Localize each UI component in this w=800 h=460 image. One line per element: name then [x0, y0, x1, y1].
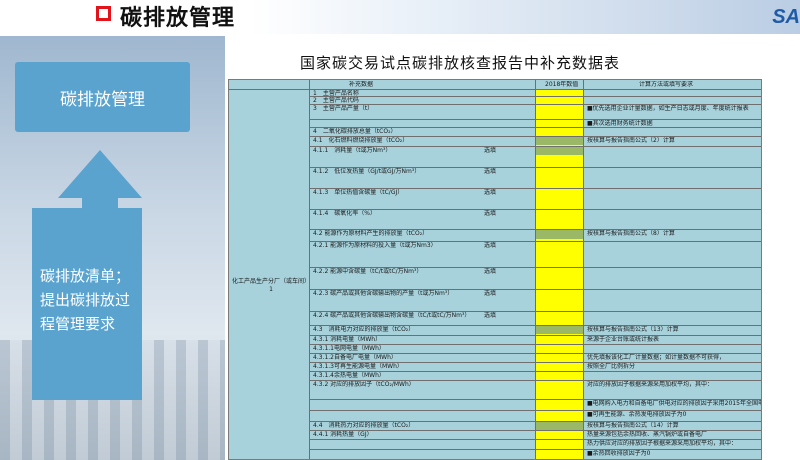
company-logo: SA [772, 6, 800, 28]
table-row-method: 优先填报该化工厂计量数据；如计量数据不可获得， [587, 354, 726, 361]
slide-title: 碳排放管理 [120, 6, 236, 31]
column-header-value: 2018年数值 [545, 81, 579, 88]
table-row-method: 按核算与报告指南公式（2）计算 [587, 137, 675, 144]
fill-option-label: 选填 [484, 168, 497, 175]
table-row-label: 4.3.1.2自备电厂电量（MWh） [313, 354, 397, 361]
carbon-management-box: 碳排放管理 [15, 62, 190, 132]
up-arrow-icon [58, 150, 142, 198]
table-row-label: 4.3.1.1电网电量（MWh） [313, 345, 385, 352]
fill-option-label: 选填 [484, 147, 497, 154]
column-header-method: 计算方法或填写要求 [639, 81, 694, 88]
supplement-data-table: 补充数据 2018年数值 计算方法或填写要求 化工产品生产分厂（或车间）1 1 … [228, 79, 762, 460]
grid-vline [583, 80, 584, 459]
emission-list-box: 碳排放清单；提出碳排放过程管理要求 [32, 208, 142, 400]
fill-option-label: 选填 [484, 242, 497, 249]
fill-option-label: 选填 [484, 268, 497, 275]
table-row-method: 热力供应对应的排放因子根据来源采用加权平均，其中： [587, 440, 738, 447]
table-row-method: ■余热回收排放因子为0 [587, 450, 651, 457]
table-row-label: 4.4.1 消耗热量（GJ） [313, 431, 373, 438]
table-row-method: 对应的排放因子根据来源采用加权平均，其中： [587, 381, 714, 388]
fill-option-label: 选填 [484, 210, 497, 217]
table-row-label: 3 主营产品产量（t） [313, 105, 374, 112]
fill-option-label: 选填 [484, 290, 497, 297]
table-row-method: 按核算与报告指南公式（13）计算 [587, 326, 679, 333]
table-row-label: 4.3.1.4余热电量（MWh） [313, 372, 385, 379]
table-row-method: 按核算与报告指南公式（8）计算 [587, 230, 675, 237]
value-cell-green-4-3 [535, 325, 583, 334]
table-row-label: 4.2 能源作为原材料产生的排放量（tCO₂） [313, 230, 429, 237]
fill-option-label: 选填 [484, 312, 497, 319]
value-cell-green-4-4 [535, 421, 583, 430]
table-row-method: ■可再生能源、余热发电排放因子为0 [587, 411, 687, 418]
table-row-method: 热量来源包括余热回收、蒸汽锅炉或自备电厂 [587, 431, 708, 438]
fill-option-label: 选填 [484, 189, 497, 196]
table-row-method: ■电网购入电力和自备电厂供电对应的排放因子采用2015年全国电网平均排放因子0.… [587, 400, 761, 407]
table-row-label: 4.1 化石燃料燃烧排放量（tCO₂） [313, 137, 409, 144]
table-row-method: ■优先选用企业计量数据，如生产日志或月度、年度统计报表 [587, 105, 749, 112]
value-cell-green-4-2 [535, 230, 583, 239]
table-row-method: 按核算与报告指南公式（14）计算 [587, 422, 679, 429]
value-cell-green-4-1 [535, 146, 583, 155]
table-row-method: 来源于企业台账或统计报表 [587, 336, 660, 343]
table-row-label: 4.3.1 消耗电量（MWh） [313, 336, 382, 343]
table-row-method: 按照全厂比例拆分 [587, 363, 636, 370]
value-cell-green-4 [535, 136, 583, 145]
table-row-label: 4.3 消耗电力对应的排放量（tCO₂） [313, 326, 415, 333]
header-decoration-band [250, 0, 800, 34]
slide-header: 碳排放管理 SA [0, 0, 800, 36]
column-header-data: 补充数据 [349, 81, 374, 88]
grid-vline [309, 80, 310, 459]
table-row-label: 4.3.2 对应的排放因子（tCO₂/MWh） [313, 381, 415, 388]
table-title: 国家碳交易试点碳排放核查报告中补充数据表 [300, 54, 621, 72]
table-row-label: 4.3.1.3可再生能源电量（MWh） [313, 363, 403, 370]
grid-vline [535, 80, 536, 459]
table-row-label: 4 二氧化碳排放总量（tCO₂） [313, 128, 397, 135]
workshop-side-label: 化工产品生产分厂（或车间）1 [232, 278, 311, 293]
red-square-bullet-icon [96, 6, 111, 21]
table-row-label: 4.4 消耗热力对应的排放量（tCO₂） [313, 422, 415, 429]
